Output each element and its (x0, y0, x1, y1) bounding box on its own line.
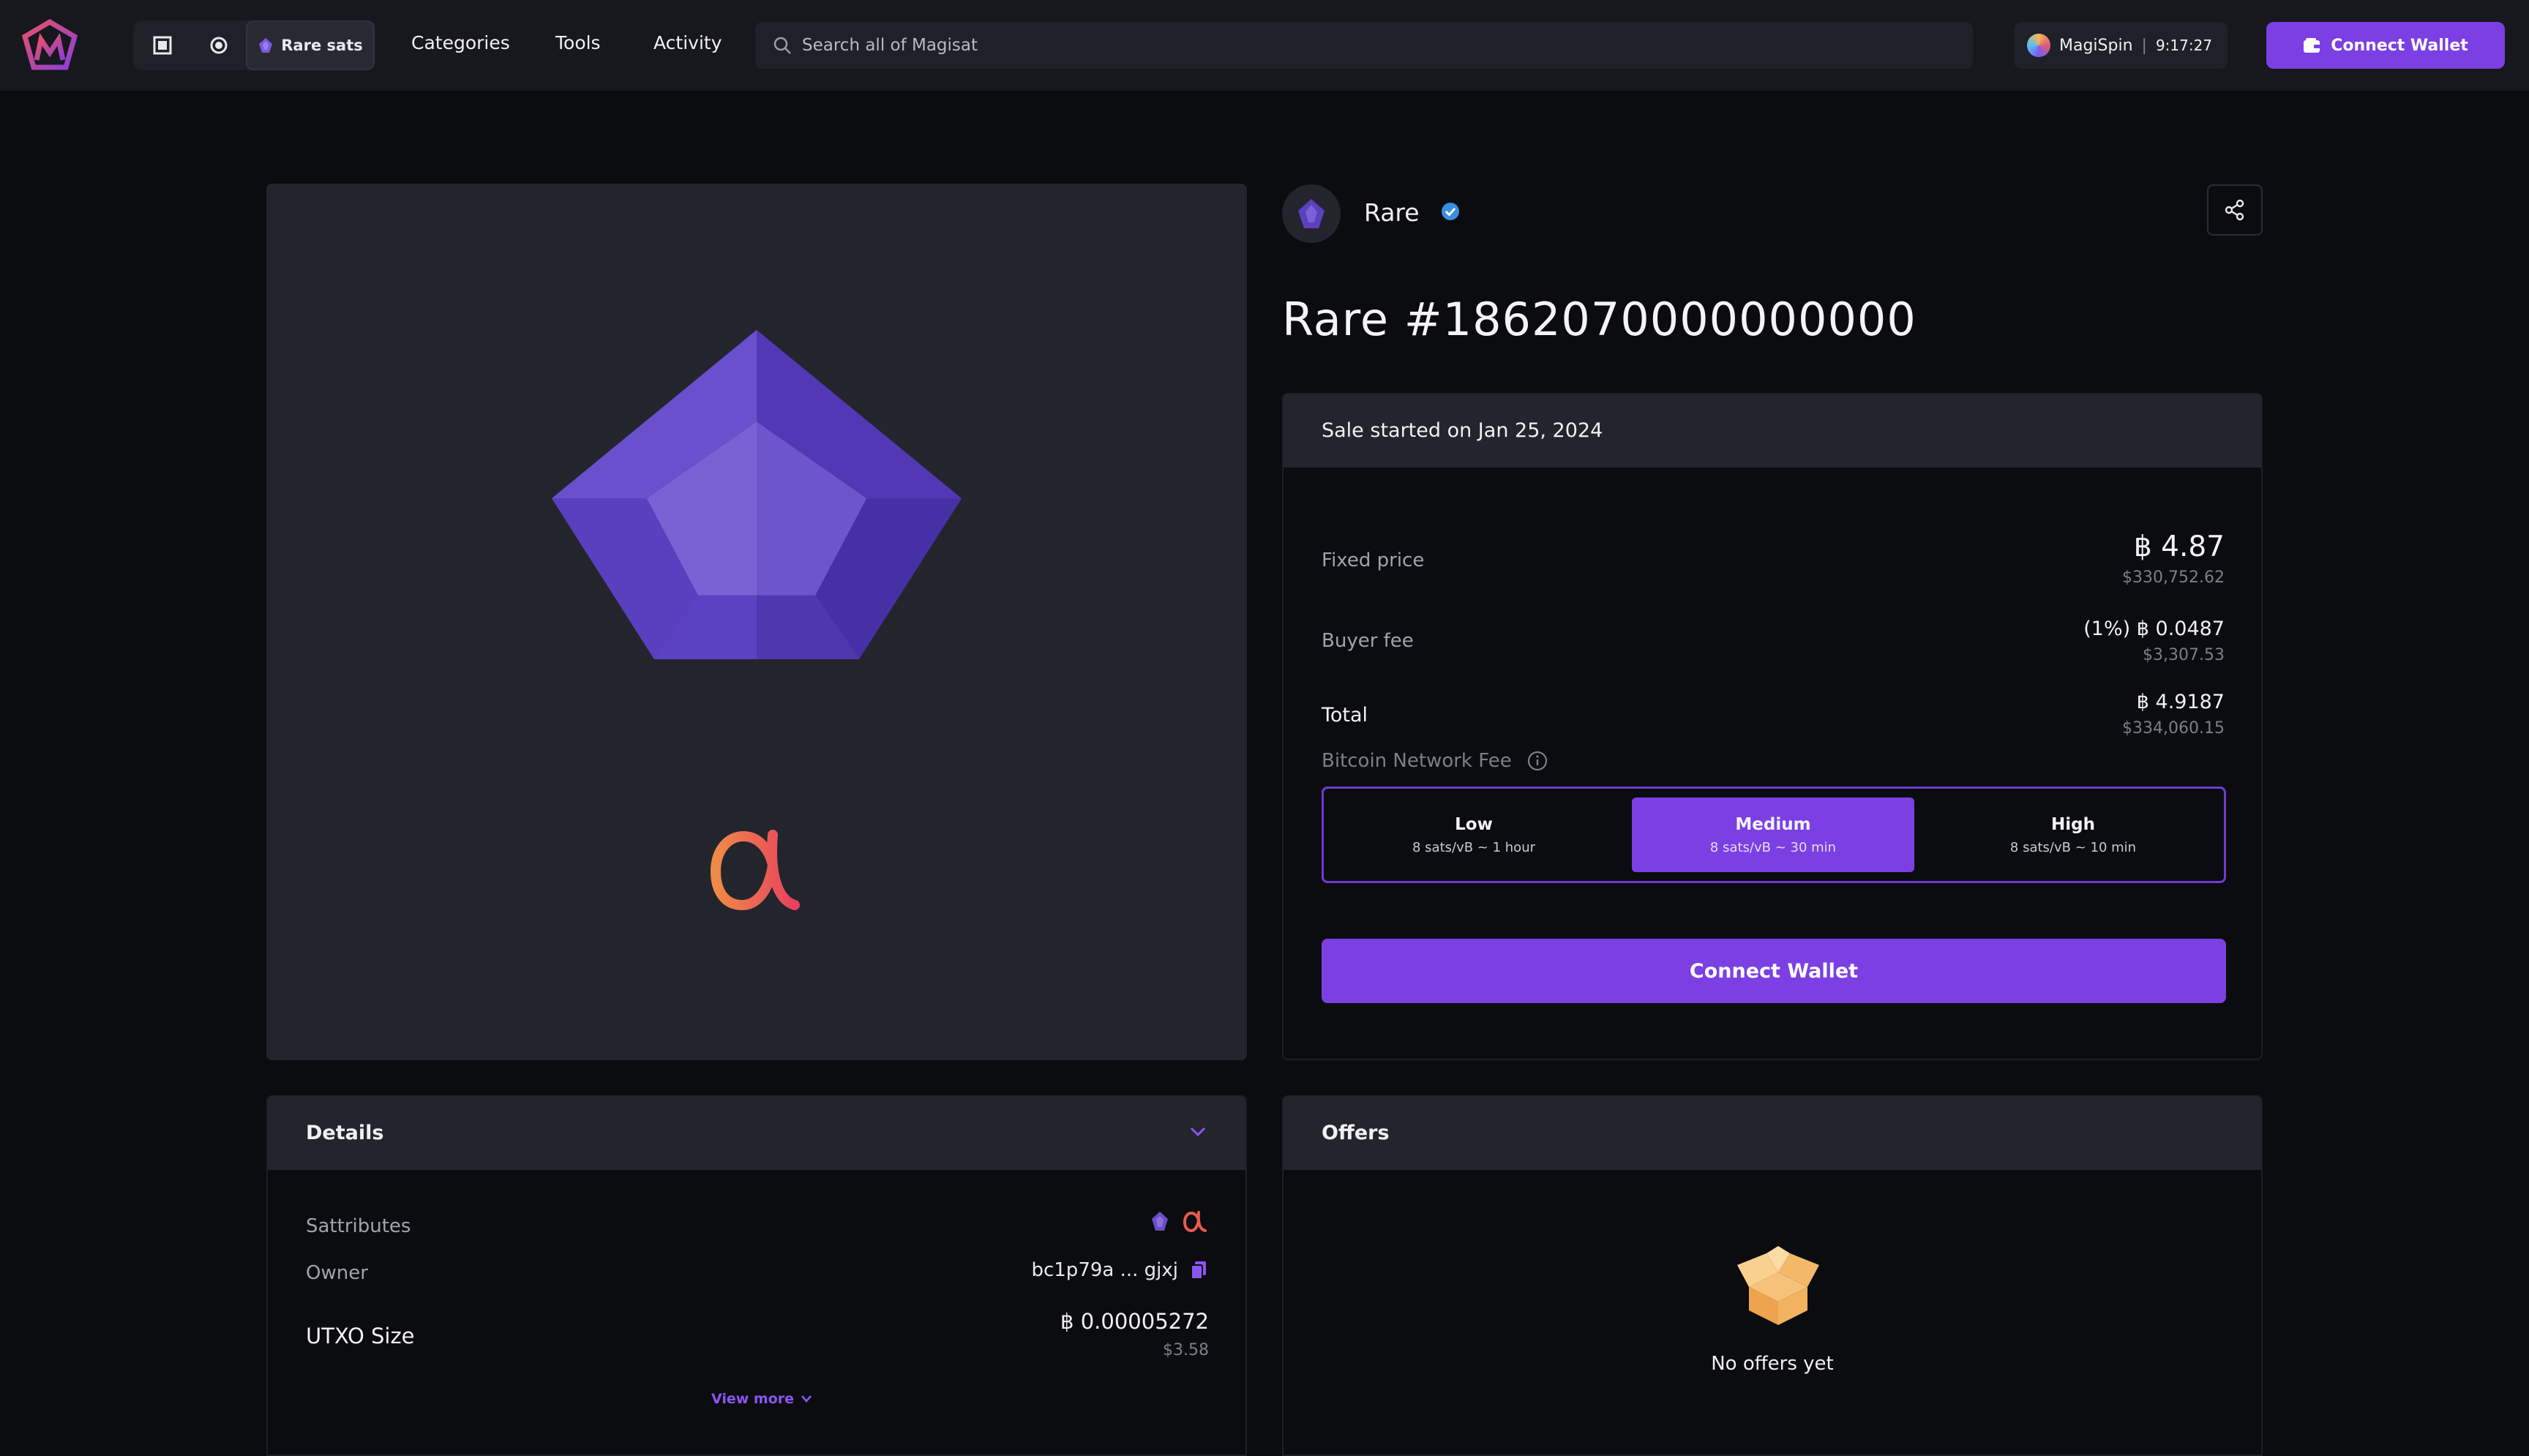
btc-symbol: ฿ (1060, 1309, 1074, 1334)
fee-option-name: Medium (1735, 814, 1811, 834)
owner-label: Owner (306, 1262, 368, 1284)
owner-address[interactable]: bc1p79a ... gjxj (1031, 1259, 1178, 1281)
total-value: ฿ 4.9187 (2137, 691, 2225, 713)
gem-icon (259, 38, 273, 53)
collection-avatar[interactable] (1282, 184, 1341, 243)
view-more-label: View more (711, 1391, 795, 1407)
empty-box-icon (1737, 1246, 1819, 1325)
no-offers-text: No offers yet (1711, 1353, 1834, 1375)
btc-symbol: ฿ (2133, 530, 2152, 563)
fee-option-medium[interactable]: Medium 8 sats/vB ~ 30 min (1632, 798, 1914, 872)
alpha-icon[interactable] (1183, 1209, 1207, 1233)
magispin-orb-icon (2027, 34, 2050, 57)
fee-option-detail: 8 sats/vB ~ 30 min (1709, 839, 1837, 855)
network-fee-label: Bitcoin Network Fee (1322, 750, 1512, 772)
mode-inscriptions-button[interactable] (133, 20, 192, 70)
search-placeholder: Search all of Magisat (802, 36, 978, 55)
sat-image-panel (266, 184, 1247, 1060)
sale-card-header: Sale started on Jan 25, 2024 (1284, 394, 2261, 468)
fee-option-name: High (2051, 814, 2095, 834)
fee-option-name: Low (1455, 814, 1493, 834)
details-title: Details (306, 1122, 384, 1144)
nav-connect-wallet-button[interactable]: Connect Wallet (2266, 22, 2505, 69)
buyer-fee-value: (1%) ฿ 0.0487 (2083, 618, 2225, 640)
nav-tools-link[interactable]: Tools (555, 32, 601, 53)
search-input[interactable]: Search all of Magisat (755, 22, 1973, 69)
buyer-fee-amount: 0.0487 (2155, 618, 2225, 640)
buyer-fee-pct: (1%) (2083, 618, 2131, 640)
magispin-button[interactable]: MagiSpin | 9:17:27 (2014, 22, 2228, 69)
owner-value-row: bc1p79a ... gjxj (1031, 1259, 1207, 1281)
nav-activity-link[interactable]: Activity (653, 32, 722, 53)
asset-mode-switcher: Rare sats (133, 20, 375, 70)
offers-card-header: Offers (1284, 1097, 2261, 1170)
fee-option-low[interactable]: Low 8 sats/vB ~ 1 hour (1333, 798, 1615, 872)
alpha-symbol-image (710, 830, 800, 911)
mode-runes-button[interactable] (192, 20, 246, 70)
fee-option-detail: 8 sats/vB ~ 1 hour (1412, 839, 1535, 855)
fixed-price-value: ฿ 4.87 (2134, 530, 2225, 563)
sattributes-icons (1150, 1209, 1207, 1233)
sale-started-text: Sale started on Jan 25, 2024 (1322, 419, 1603, 442)
fixed-price-amount: 4.87 (2161, 530, 2225, 563)
info-icon[interactable] (1526, 750, 1548, 772)
offers-title: Offers (1322, 1122, 1390, 1144)
magisat-logo[interactable] (22, 19, 78, 70)
search-icon (773, 37, 791, 54)
fee-option-high[interactable]: High 8 sats/vB ~ 10 min (1932, 798, 2214, 872)
chevron-down-icon[interactable] (1188, 1125, 1207, 1139)
network-fee-selector: Low 8 sats/vB ~ 1 hour Medium 8 sats/vB … (1322, 787, 2226, 883)
copy-icon[interactable] (1190, 1260, 1207, 1280)
sattributes-label: Sattributes (306, 1215, 411, 1237)
nav-connect-wallet-label: Connect Wallet (2331, 36, 2468, 55)
utxo-size-value: ฿ 0.00005272 (1060, 1309, 1209, 1334)
gem-icon (1298, 199, 1325, 228)
verified-badge-icon (1442, 203, 1459, 220)
buyer-fee-usd: $3,307.53 (2143, 646, 2225, 664)
buyer-fee-label: Buyer fee (1322, 630, 1414, 652)
offers-card: Offers No offers yet (1282, 1095, 2263, 1456)
btc-symbol: ฿ (2136, 691, 2149, 713)
utxo-size-amount: 0.00005272 (1080, 1309, 1209, 1334)
utxo-size-usd: $3.58 (1163, 1341, 1209, 1359)
fee-option-detail: 8 sats/vB ~ 10 min (2009, 839, 2137, 855)
square-icon (153, 36, 172, 55)
item-title: Rare #1862070000000000 (1282, 293, 1917, 346)
nav-categories-link[interactable]: Categories (411, 32, 510, 53)
total-label: Total (1322, 704, 1368, 727)
collection-name[interactable]: Rare (1364, 198, 1420, 227)
top-nav: Rare sats Categories Tools Activity Sear… (0, 0, 2529, 91)
utxo-size-label: UTXO Size (306, 1324, 415, 1348)
magispin-label: MagiSpin (2059, 36, 2133, 55)
fixed-price-label: Fixed price (1322, 549, 1425, 571)
fixed-price-usd: $330,752.62 (2122, 568, 2225, 587)
wallet-icon (2304, 38, 2320, 53)
network-fee-header: Bitcoin Network Fee (1322, 750, 1548, 772)
sale-card: Sale started on Jan 25, 2024 Fixed price… (1282, 393, 2263, 1060)
magispin-separator: | (2141, 36, 2147, 55)
total-amount: 4.9187 (2155, 691, 2225, 713)
connect-wallet-button[interactable]: Connect Wallet (1322, 939, 2226, 1003)
mode-rare-sats-label: Rare sats (281, 37, 363, 54)
chevron-down-icon (801, 1395, 812, 1403)
view-more-button[interactable]: View more (711, 1391, 813, 1407)
total-usd: $334,060.15 (2122, 719, 2225, 738)
details-card-header[interactable]: Details (268, 1097, 1245, 1170)
rare-gem-icon[interactable] (1150, 1210, 1169, 1232)
share-button[interactable] (2207, 184, 2263, 236)
details-card: Details Sattributes Owner bc1p79a ... gj… (266, 1095, 1247, 1456)
magispin-timer: 9:17:27 (2155, 37, 2213, 54)
circle-icon (210, 37, 228, 54)
rare-gem-image (552, 330, 962, 659)
btc-symbol: ฿ (2136, 618, 2149, 640)
share-icon (2225, 199, 2244, 221)
mode-rare-sats-button[interactable]: Rare sats (246, 20, 375, 70)
